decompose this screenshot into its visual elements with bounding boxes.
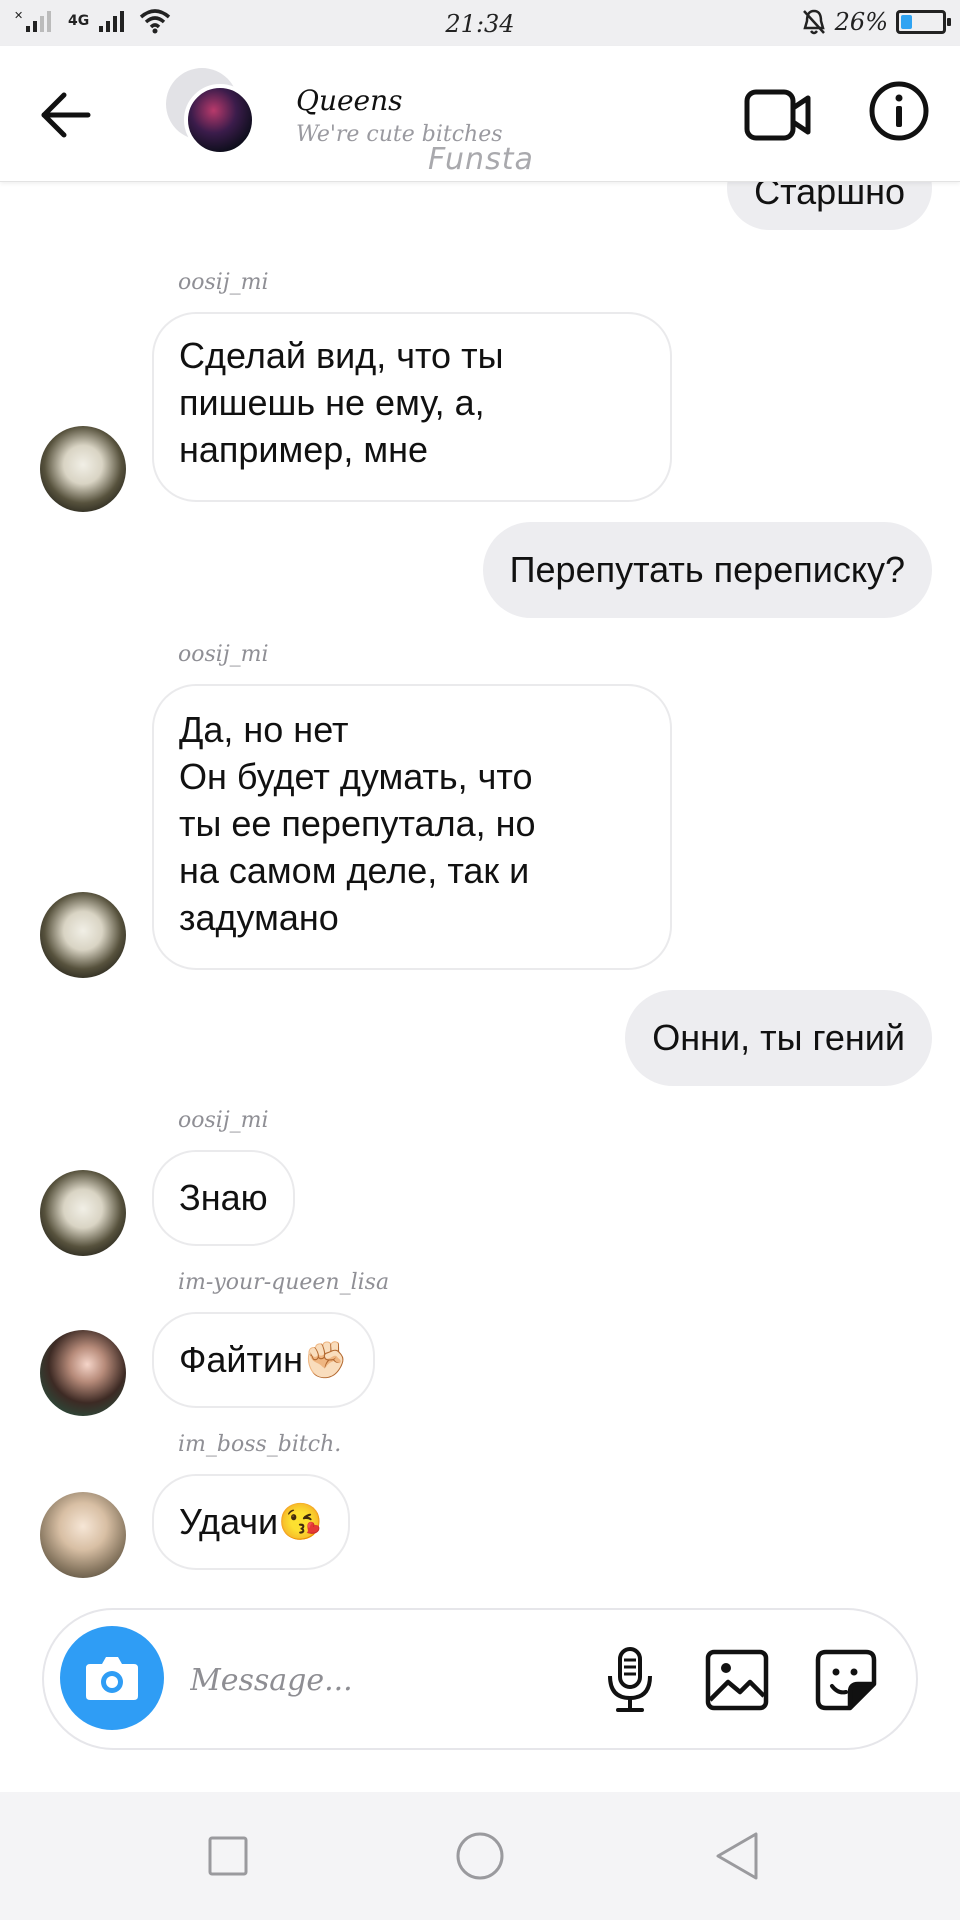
- info-icon: [869, 81, 929, 141]
- status-bar: ✕ 4G 21:34 26%: [0, 0, 960, 46]
- recent-apps-button[interactable]: [198, 1826, 258, 1886]
- watermark: Funsta: [428, 142, 534, 177]
- battery-fill: [901, 15, 913, 29]
- incoming-message[interactable]: Файтин✊🏻: [152, 1312, 375, 1408]
- outgoing-message[interactable]: Онни, ты гений: [625, 990, 932, 1086]
- system-nav-bar: [0, 1792, 960, 1920]
- triangle-back-icon: [716, 1832, 758, 1880]
- sender-name: oosij_mi: [178, 642, 269, 667]
- outgoing-message[interactable]: Перепутать переписку?: [482, 522, 932, 618]
- back-button[interactable]: [38, 90, 94, 140]
- incoming-message[interactable]: Да, но нет Он будет думать, что ты ее пе…: [152, 684, 672, 970]
- home-button[interactable]: [450, 1826, 510, 1886]
- avatar[interactable]: [40, 892, 126, 978]
- sticker-button[interactable]: [814, 1648, 878, 1712]
- avatar[interactable]: [40, 1330, 126, 1416]
- image-icon: [705, 1649, 769, 1711]
- status-right: 26%: [801, 8, 951, 36]
- sender-name: im_boss_bitch.: [178, 1432, 342, 1457]
- battery-percent: 26%: [834, 8, 888, 36]
- video-call-button[interactable]: [744, 84, 812, 148]
- circle-icon: [456, 1832, 504, 1880]
- group-title[interactable]: Queens: [296, 84, 403, 117]
- sticker-icon: [815, 1649, 877, 1711]
- info-button[interactable]: [868, 80, 930, 142]
- message-input[interactable]: [190, 1650, 590, 1710]
- kiss-emoji: 😘: [278, 1501, 323, 1542]
- avatar[interactable]: [40, 1170, 126, 1256]
- incoming-message[interactable]: Удачи😘: [152, 1474, 350, 1570]
- avatar[interactable]: [40, 426, 126, 512]
- square-icon: [208, 1836, 248, 1876]
- sender-name: oosij_mi: [178, 270, 269, 295]
- outgoing-message[interactable]: Старшно: [727, 182, 932, 230]
- bell-muted-icon: [802, 9, 825, 35]
- chat-header: Queens We're cute bitches Funsta: [0, 46, 960, 182]
- microphone-icon: [608, 1647, 652, 1712]
- sender-name: im-your-queen_lisa: [178, 1270, 390, 1295]
- incoming-message[interactable]: Знаю: [152, 1150, 295, 1246]
- gallery-button[interactable]: [704, 1648, 770, 1712]
- arrow-left-icon: [41, 92, 91, 138]
- group-avatar[interactable]: [166, 68, 262, 164]
- message-list[interactable]: Старшно oosij_mi Сделай вид, что ты пише…: [0, 182, 960, 1600]
- incoming-message[interactable]: Сделай вид, что ты пишешь не ему, а, нап…: [152, 312, 672, 502]
- fist-emoji: ✊🏻: [302, 1339, 348, 1380]
- group-avatar-front: [184, 84, 256, 156]
- avatar[interactable]: [40, 1492, 126, 1578]
- sender-name: oosij_mi: [178, 1108, 269, 1133]
- camera-button[interactable]: [60, 1626, 164, 1730]
- battery-icon: [896, 10, 951, 34]
- video-camera-icon: [744, 89, 811, 141]
- back-nav-button[interactable]: [708, 1826, 768, 1886]
- message-composer: [42, 1608, 918, 1750]
- camera-icon: [86, 1657, 138, 1700]
- microphone-button[interactable]: [602, 1646, 658, 1714]
